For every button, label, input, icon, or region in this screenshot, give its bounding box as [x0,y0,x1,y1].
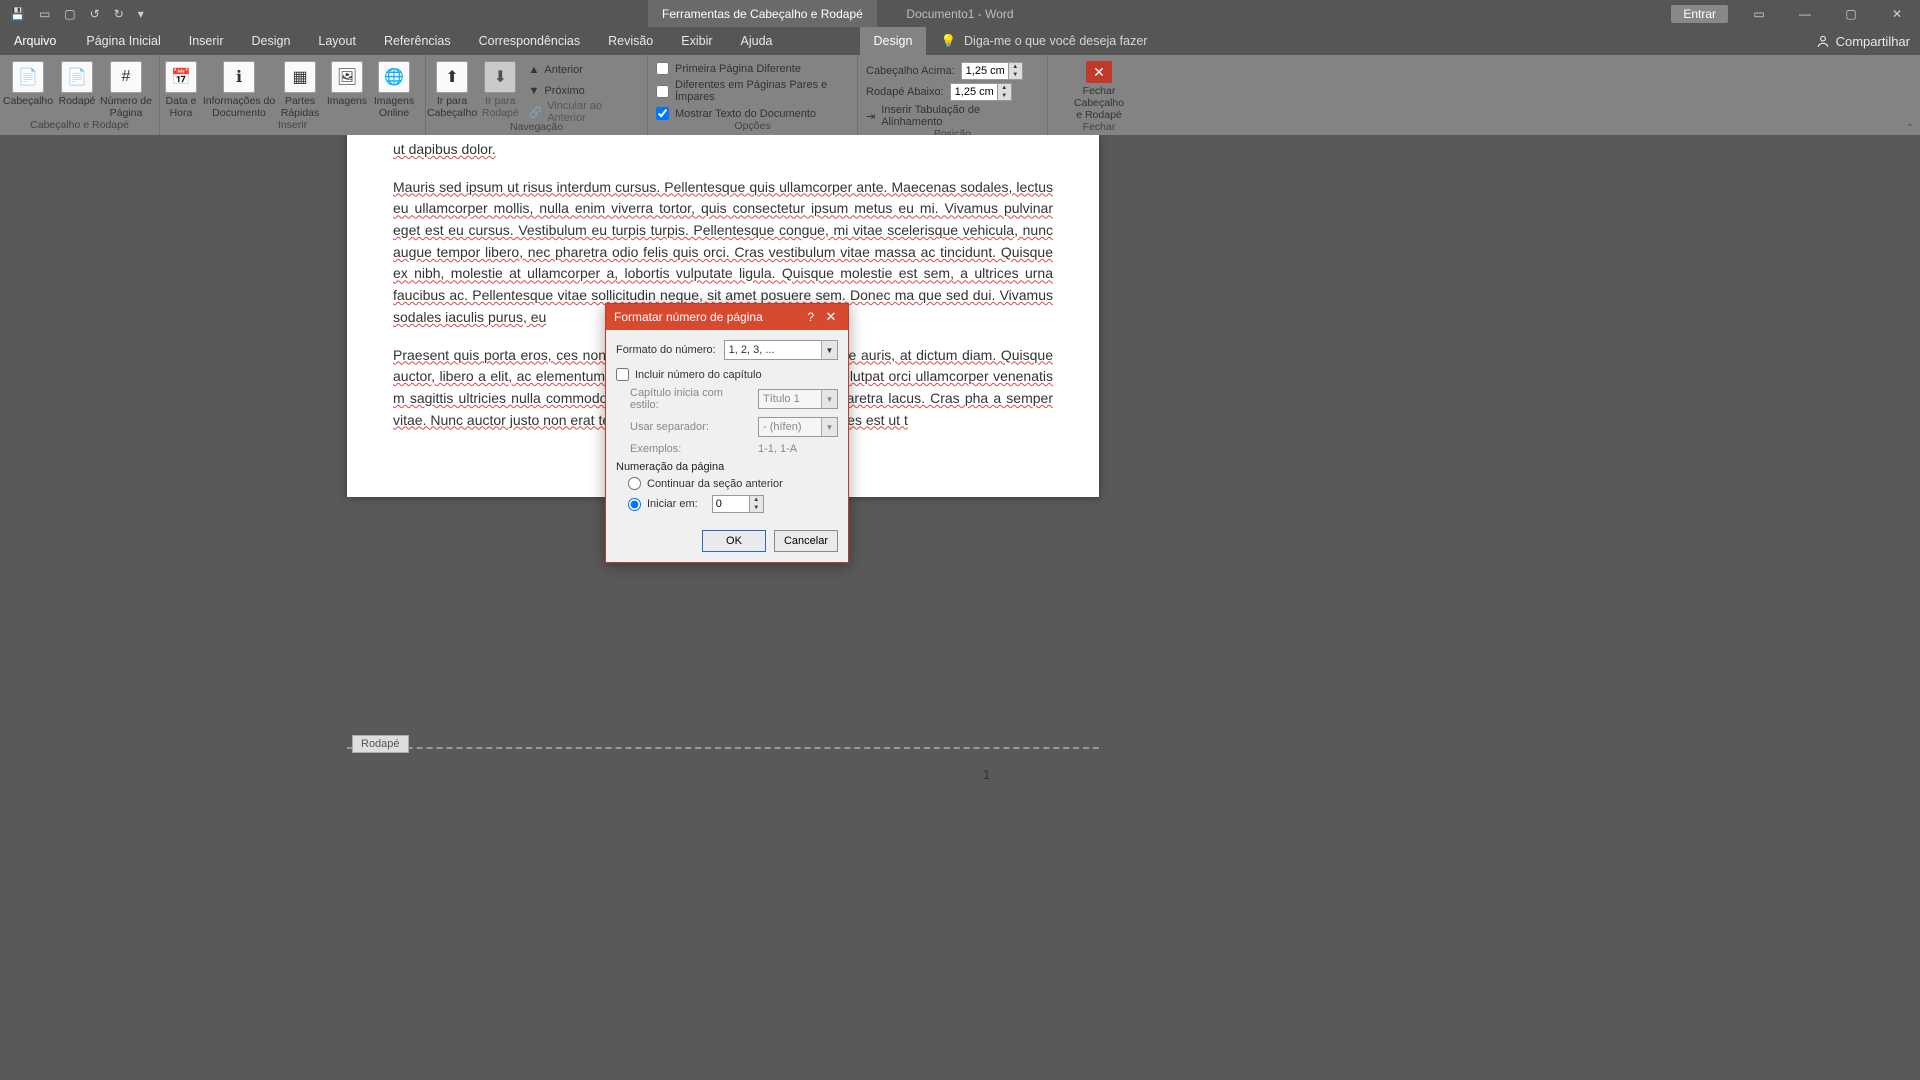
quick-parts-button[interactable]: ▦Partes Rápidas [276,57,324,119]
chapter-style-label: Capítulo inicia com estilo: [630,387,750,411]
tab-help[interactable]: Ajuda [727,27,787,55]
show-doc-text-checkbox[interactable]: Mostrar Texto do Documento [656,107,847,120]
qat-new-icon[interactable]: ▭ [39,7,50,21]
page-numbering-section: Numeração da página [616,461,838,473]
ribbon-options-icon[interactable]: ▭ [1736,0,1782,27]
qat-more-icon[interactable]: ▾ [138,7,144,21]
page-number: 1 [983,767,990,782]
ribbon-tabs: Arquivo Página Inicial Inserir Design La… [0,27,1920,55]
tab-layout[interactable]: Layout [304,27,370,55]
chevron-down-icon: ▼ [821,341,837,359]
ok-button[interactable]: OK [702,530,766,552]
signin-button[interactable]: Entrar [1671,5,1728,23]
close-icon: ✕ [1086,61,1112,83]
link-icon: 🔗 [529,106,543,119]
share-button[interactable]: Compartilhar [1816,27,1910,55]
lightbulb-icon: 💡 [940,34,956,49]
tab-review[interactable]: Revisão [594,27,667,55]
start-at-radio[interactable]: Iniciar em: ▲▼ [616,495,838,513]
ribbon: 📄Cabeçalho 📄Rodapé #Número de Página Cab… [0,55,1920,135]
qat-open-icon[interactable]: ▢ [64,7,75,21]
first-page-different-checkbox[interactable]: Primeira Página Diferente [656,62,847,75]
up-arrow-icon: ▲ [529,64,540,76]
group-options-label: Opções [648,120,857,135]
examples-value: 1-1, 1-A [758,443,797,455]
footer-button[interactable]: 📄Rodapé [56,57,98,107]
maximize-button[interactable]: ▢ [1828,0,1874,27]
dialog-title: Formatar número de página [614,310,763,324]
down-arrow-icon: ▼ [529,85,540,97]
tab-references[interactable]: Referências [370,27,465,55]
cancel-button[interactable]: Cancelar [774,530,838,552]
format-page-number-dialog: Formatar número de página ? ✕ Formato do… [605,303,849,563]
header-button[interactable]: 📄Cabeçalho [0,57,56,107]
collapse-ribbon-icon[interactable]: ⌃ [1906,123,1914,134]
goto-header-button[interactable]: ⬆Ir para Cabeçalho [426,57,478,119]
header-from-top-input[interactable]: ▲▼ [961,62,1023,80]
group-insert-label: Inserir [160,119,425,135]
footer-divider [347,747,1099,749]
pictures-button[interactable]: 🖼Imagens [324,57,370,107]
titlebar: 💾 ▭ ▢ ↺ ↻ ▾ Documento1 - Word Ferramenta… [0,0,1920,27]
page-number-button[interactable]: #Número de Página [98,57,154,119]
tab-home[interactable]: Página Inicial [72,27,174,55]
qat-undo-icon[interactable]: ↺ [90,7,100,21]
context-tab-header: Ferramentas de Cabeçalho e Rodapé [648,0,877,27]
chapter-style-combo: Título 1▼ [758,389,838,409]
previous-button[interactable]: ▲Anterior [529,61,640,79]
tab-hf-design[interactable]: Design [860,27,927,55]
link-previous-button[interactable]: 🔗Vincular ao Anterior [529,103,640,121]
minimize-button[interactable]: — [1782,0,1828,27]
footer-from-bottom-input[interactable]: ▲▼ [950,83,1012,101]
group-header-footer-label: Cabeçalho e Rodapé [0,119,159,135]
next-button[interactable]: ▼Próximo [529,82,640,100]
tab-file[interactable]: Arquivo [0,27,72,55]
separator-combo: - (hífen)▼ [758,417,838,437]
qat-redo-icon[interactable]: ↻ [114,7,124,21]
number-format-combo[interactable]: 1, 2, 3, ... ▼ [724,340,838,360]
continue-radio[interactable]: Continuar da seção anterior [616,477,838,490]
number-format-label: Formato do número: [616,344,716,356]
date-time-button[interactable]: 📅Data e Hora [160,57,202,119]
goto-footer-button[interactable]: ⬇Ir para Rodapé [478,57,522,119]
doc-info-button[interactable]: ℹInformações do Documento [202,57,276,119]
document-area: ut dapibus dolor. Mauris sed ipsum ut ri… [0,135,1920,1080]
tab-insert[interactable]: Inserir [175,27,238,55]
dialog-close-icon[interactable]: ✕ [820,309,842,325]
tab-view[interactable]: Exibir [667,27,726,55]
dialog-title-bar[interactable]: Formatar número de página ? ✕ [606,304,848,330]
group-close-label: Fechar [1048,121,1150,136]
dialog-help-icon[interactable]: ? [807,310,814,324]
qat-save-icon[interactable]: 💾 [10,7,25,21]
tab-mailings[interactable]: Correspondências [465,27,594,55]
insert-alignment-tab-button[interactable]: ⇥Inserir Tabulação de Alinhamento [866,104,1039,128]
tellme-input[interactable]: Diga-me o que você deseja fazer [964,34,1147,48]
footer-region-label: Rodapé [352,735,409,753]
tab-design[interactable]: Design [237,27,304,55]
close-window-button[interactable]: ✕ [1874,0,1920,27]
online-pictures-button[interactable]: 🌐Imagens Online [370,57,418,119]
include-chapter-checkbox[interactable]: Incluir número do capítulo [616,368,838,381]
separator-label: Usar separador: [630,421,750,433]
footer-from-bottom-label: Rodapé Abaixo: [866,86,944,98]
start-at-input[interactable]: ▲▼ [712,495,764,513]
tab-icon: ⇥ [866,110,875,123]
doc-title: Documento1 - Word [906,7,1013,21]
examples-label: Exemplos: [630,443,750,455]
close-header-footer-button[interactable]: ✕ Fechar Cabeçalho e Rodapé [1048,57,1150,121]
header-from-top-label: Cabeçalho Acima: [866,65,955,77]
odd-even-different-checkbox[interactable]: Diferentes em Páginas Pares e Ímpares [656,79,847,103]
